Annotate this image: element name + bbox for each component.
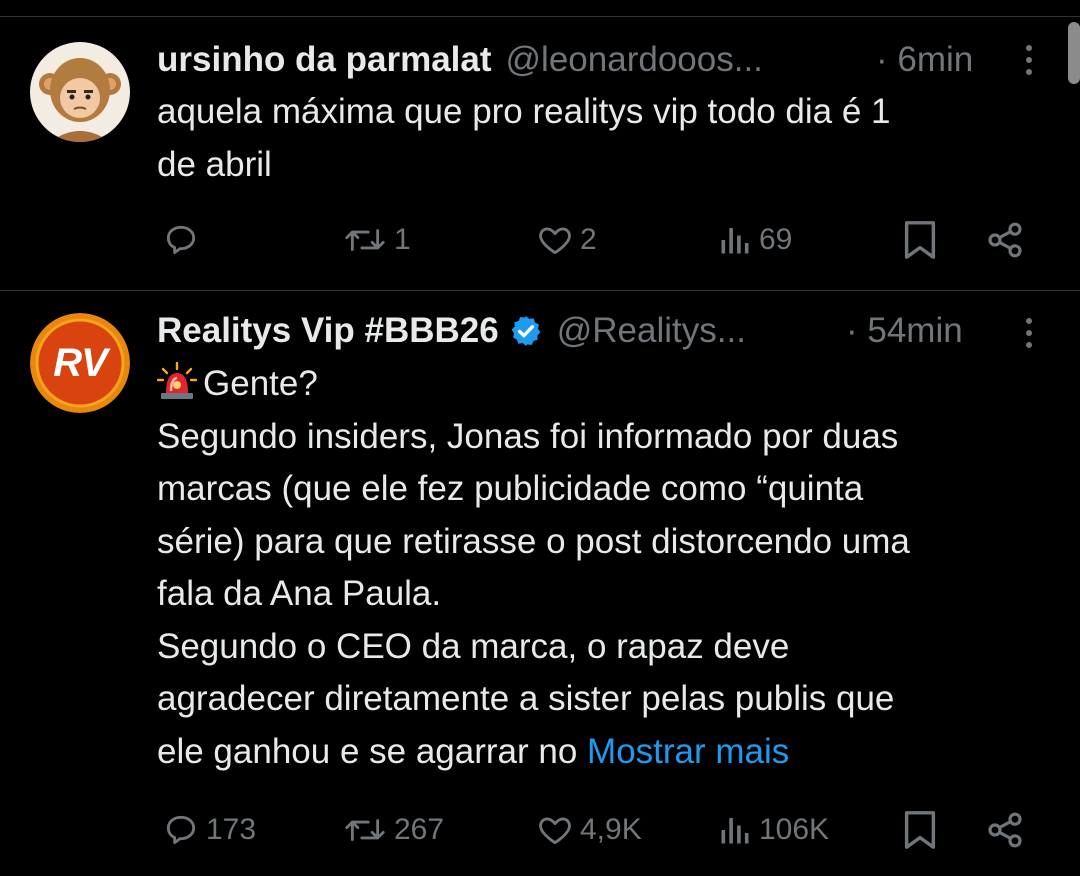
retweet-count: 267 xyxy=(394,813,445,846)
text-line: Segundo o CEO da marca, o rapaz deve xyxy=(157,626,790,666)
user-handle[interactable]: @Realitys... xyxy=(557,311,746,351)
views-button[interactable]: 69 xyxy=(717,220,792,260)
timestamp[interactable]: · 6min xyxy=(876,40,973,80)
reply-count: 173 xyxy=(206,813,257,846)
avatar-realitys-vip[interactable]: RV xyxy=(30,313,130,413)
avatar-logo-text: RV xyxy=(53,340,108,385)
views-count: 69 xyxy=(759,223,793,256)
retweet-button[interactable]: 267 xyxy=(342,810,444,850)
heart-icon xyxy=(539,227,571,255)
views-count: 106K xyxy=(759,813,830,846)
bookmark-icon xyxy=(904,221,936,259)
tweet-header: ursinho da parmalat @leonardooos... xyxy=(157,38,763,82)
tweet-header: Realitys Vip #BBB26 @Realitys... xyxy=(157,309,746,353)
display-name[interactable]: ursinho da parmalat xyxy=(157,40,492,80)
tweet-text: Gente? Segundo insiders, Jonas foi infor… xyxy=(157,358,1052,778)
views-chart-icon xyxy=(721,818,749,844)
display-name[interactable]: Realitys Vip #BBB26 xyxy=(157,311,499,351)
show-more-link[interactable]: Mostrar mais xyxy=(587,732,789,771)
text-line: fala da Ana Paula. xyxy=(157,574,442,613)
text-line: marcas (que ele fez publicidade como “qu… xyxy=(157,469,864,508)
share-button[interactable] xyxy=(985,220,1025,265)
reply-button[interactable] xyxy=(162,220,206,260)
more-options-icon[interactable] xyxy=(1017,311,1041,355)
views-chart-icon xyxy=(721,228,749,254)
reply-button[interactable]: 173 xyxy=(162,810,256,850)
text-line-content: Gente? xyxy=(203,364,318,403)
retweet-icon xyxy=(345,229,385,251)
avatar-ursinho[interactable] xyxy=(30,42,130,142)
rotating-light-emoji-icon xyxy=(157,361,197,399)
bookmark-button[interactable] xyxy=(902,809,938,856)
text-line-content: ele ganhou e se agarrar no xyxy=(157,731,578,771)
text-line: aquela máxima que pro realitys vip todo … xyxy=(157,92,891,131)
bookmark-icon xyxy=(904,811,936,849)
retweet-count: 1 xyxy=(394,223,411,256)
text-line: série) para que retirasse o post distorc… xyxy=(157,521,910,561)
more-options-icon[interactable] xyxy=(1017,38,1041,82)
like-button[interactable]: 4,9K xyxy=(536,810,642,850)
views-button[interactable]: 106K xyxy=(717,810,829,850)
reply-icon xyxy=(166,815,196,845)
like-count: 4,9K xyxy=(580,813,642,846)
tweet-2[interactable]: RV Realitys Vip #BBB26 @Realitys... · 54… xyxy=(0,291,1080,876)
like-button[interactable]: 2 xyxy=(536,220,597,260)
text-line: ele ganhou e se agarrar no Mostrar mais xyxy=(157,726,1052,779)
timestamp[interactable]: · 54min xyxy=(846,311,963,351)
text-line: Gente? xyxy=(157,358,1052,411)
verified-badge-icon xyxy=(511,316,541,346)
share-icon xyxy=(988,222,1022,258)
like-count: 2 xyxy=(580,223,597,256)
tweet-1[interactable]: ursinho da parmalat @leonardooos... · 6m… xyxy=(0,0,1080,290)
monkey-costume-avatar-icon xyxy=(30,42,130,142)
text-line: Segundo insiders, Jonas foi informado po… xyxy=(157,416,899,456)
reply-icon xyxy=(166,225,196,255)
share-button[interactable] xyxy=(985,810,1025,855)
user-handle[interactable]: @leonardooos... xyxy=(506,40,763,80)
retweet-button[interactable]: 1 xyxy=(342,220,411,260)
tweet-text: aquela máxima que pro realitys vip todo … xyxy=(157,86,1052,191)
retweet-icon xyxy=(345,819,385,841)
share-icon xyxy=(988,812,1022,848)
heart-icon xyxy=(539,817,571,845)
text-line: de abril xyxy=(157,144,272,184)
bookmark-button[interactable] xyxy=(902,219,938,266)
text-line: agradecer diretamente a sister pelas pub… xyxy=(157,679,895,718)
